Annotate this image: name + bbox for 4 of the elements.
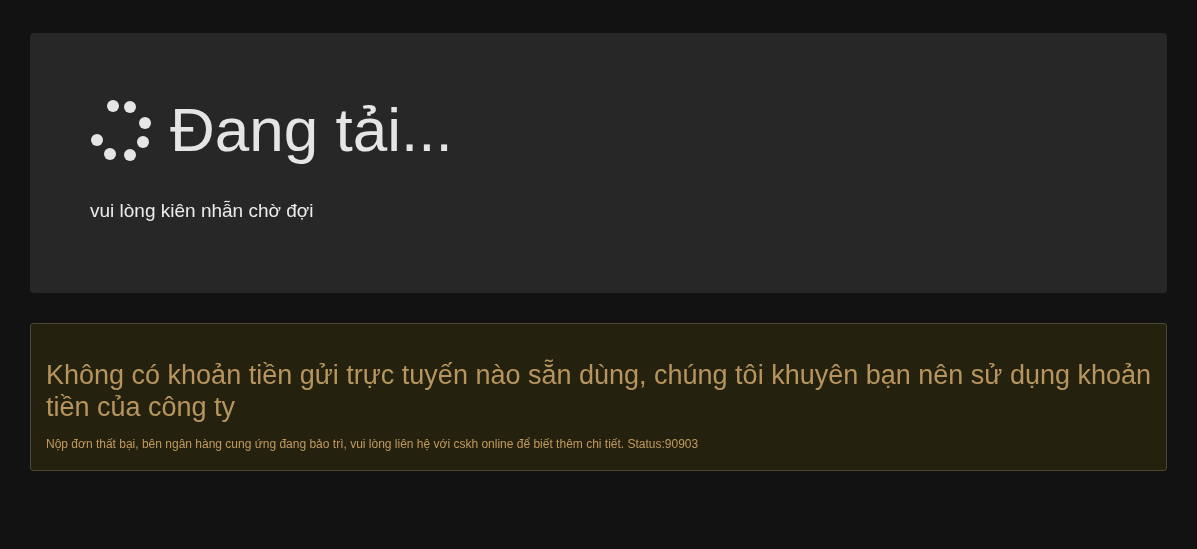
loading-spinner-icon xyxy=(90,99,152,161)
warning-detail: Nộp đơn thất bại, bên ngân hàng cung ứng đang bảo trì, vui lòng liên hệ với cskh online để biết thêm chi tiết. Status:90903 xyxy=(46,436,700,453)
warning-heading: Không có khoản tiền gửi trực tuyến nào sẵn dùng, chúng tôi khuyên bạn nên sử dụng khoản tiền của công ty xyxy=(46,359,1151,423)
loading-message: vui lòng kiên nhẫn chờ đợi xyxy=(90,199,315,223)
